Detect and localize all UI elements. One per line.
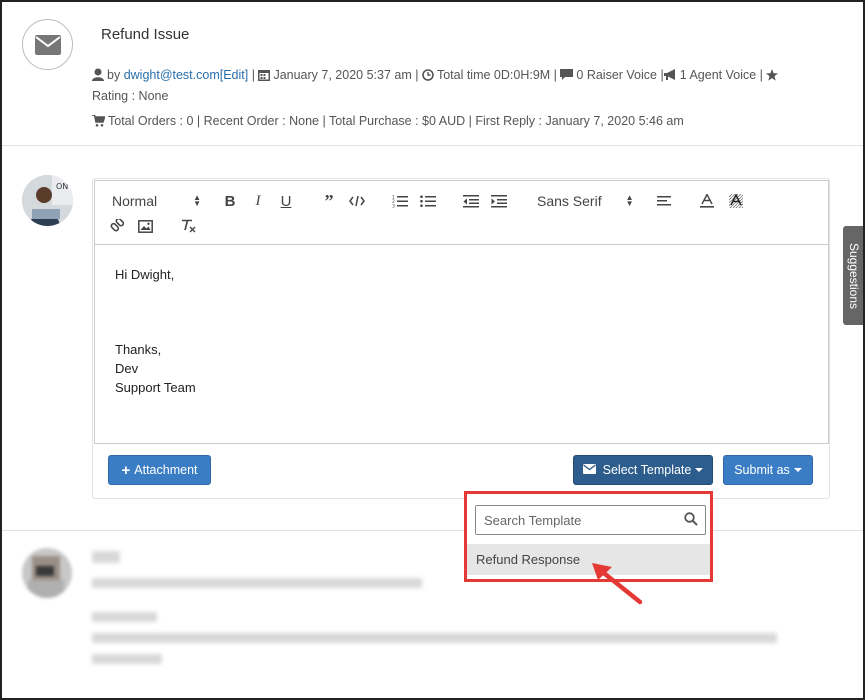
plus-icon: + bbox=[121, 461, 131, 479]
submit-as-label: Submit as bbox=[734, 463, 790, 477]
suggestions-label: Suggestions bbox=[847, 242, 861, 309]
envelope-icon bbox=[582, 463, 596, 477]
font-select[interactable]: Sans Serif ▲ ▼ bbox=[537, 191, 634, 211]
attachment-button[interactable]: + Attachment bbox=[108, 455, 211, 485]
editor-line: Dev bbox=[115, 361, 139, 376]
annotation-arrow-icon bbox=[588, 558, 648, 613]
editor-content[interactable]: Hi Dwight, Thanks, Dev Support Team bbox=[115, 265, 196, 397]
calendar-icon bbox=[258, 68, 271, 87]
agent-voice: 1 Agent Voice bbox=[679, 68, 757, 82]
agent-avatar: ON bbox=[22, 175, 73, 226]
reply-panel: Normal ▲ ▼ B I U ” 123 Sans Serif ▲ ▼ Hi… bbox=[92, 178, 830, 499]
ticket-date: January 7, 2020 5:37 am bbox=[273, 68, 412, 82]
rich-text-editor: Normal ▲ ▼ B I U ” 123 Sans Serif ▲ ▼ Hi… bbox=[94, 180, 829, 444]
author-email-link[interactable]: dwight@test.com bbox=[124, 68, 220, 82]
total-time: Total time 0D:0H:9M bbox=[436, 68, 551, 82]
star-icon bbox=[766, 68, 779, 87]
blurred-text bbox=[92, 654, 162, 664]
bold-button[interactable]: B bbox=[222, 191, 238, 211]
clear-format-icon[interactable] bbox=[179, 216, 197, 236]
blurred-text bbox=[92, 578, 422, 588]
ordered-list-icon[interactable]: 123 bbox=[391, 191, 409, 211]
stats-text: Total Orders : 0 | Recent Order : None |… bbox=[108, 114, 684, 128]
blockquote-icon[interactable]: ” bbox=[320, 191, 338, 211]
template-search-input[interactable] bbox=[476, 506, 676, 534]
updown-caret-icon: ▲ ▼ bbox=[193, 193, 202, 208]
template-search bbox=[475, 505, 706, 535]
font-select-value: Sans Serif bbox=[537, 193, 602, 209]
submit-as-button[interactable]: Submit as bbox=[723, 455, 813, 485]
by-prefix: by bbox=[107, 68, 121, 82]
updown-caret-icon: ▲ ▼ bbox=[625, 193, 634, 208]
ticket-header: Refund Issue by dwight@test.com[Edit] | … bbox=[2, 2, 863, 146]
bullhorn-icon bbox=[663, 68, 677, 87]
editor-line: Support Team bbox=[115, 380, 196, 395]
rating: Rating : None bbox=[92, 89, 169, 103]
clock-icon bbox=[422, 68, 434, 87]
app-frame: Refund Issue by dwight@test.com[Edit] | … bbox=[0, 0, 865, 700]
indent-icon[interactable] bbox=[490, 191, 508, 211]
svg-text:ON: ON bbox=[56, 182, 68, 191]
blurred-text bbox=[92, 633, 777, 643]
format-select-value: Normal bbox=[112, 193, 158, 209]
blurred-avatar bbox=[22, 548, 72, 598]
caret-down-icon bbox=[695, 468, 704, 472]
search-icon[interactable] bbox=[684, 512, 698, 531]
edit-link[interactable]: [Edit] bbox=[220, 68, 249, 82]
blurred-text bbox=[92, 551, 120, 563]
select-template-label: Select Template bbox=[602, 463, 692, 477]
ticket-stats: Total Orders : 0 | Recent Order : None |… bbox=[92, 114, 684, 130]
bullet-list-icon[interactable] bbox=[419, 191, 437, 211]
svg-text:3: 3 bbox=[392, 204, 395, 209]
blurred-text bbox=[92, 612, 157, 622]
raiser-voice: 0 Raiser Voice bbox=[576, 68, 657, 82]
ticket-meta: by dwight@test.com[Edit] | January 7, 20… bbox=[92, 66, 822, 106]
comment-icon bbox=[560, 68, 574, 87]
editor-line: Thanks, bbox=[115, 342, 162, 357]
text-color-icon[interactable] bbox=[698, 191, 716, 211]
format-select[interactable]: Normal ▲ ▼ bbox=[112, 191, 201, 211]
ticket-title: Refund Issue bbox=[101, 26, 190, 43]
italic-button[interactable]: I bbox=[250, 191, 266, 211]
caret-down-icon bbox=[793, 468, 802, 472]
image-icon[interactable] bbox=[136, 216, 154, 236]
editor-toolbar: Normal ▲ ▼ B I U ” 123 Sans Serif ▲ ▼ bbox=[95, 181, 828, 245]
suggestions-tab[interactable]: Suggestions bbox=[843, 226, 863, 325]
attachment-label: Attachment bbox=[134, 463, 198, 477]
envelope-icon bbox=[22, 19, 73, 70]
select-template-button[interactable]: Select Template bbox=[573, 455, 713, 485]
link-icon[interactable] bbox=[108, 216, 126, 236]
user-icon bbox=[92, 68, 104, 87]
background-color-icon[interactable] bbox=[727, 191, 745, 211]
section-divider bbox=[2, 530, 863, 531]
code-icon[interactable] bbox=[348, 191, 366, 211]
underline-button[interactable]: U bbox=[278, 191, 294, 211]
cart-icon bbox=[92, 114, 106, 130]
editor-line: Hi Dwight, bbox=[115, 267, 175, 282]
align-icon[interactable] bbox=[655, 191, 673, 211]
outdent-icon[interactable] bbox=[462, 191, 480, 211]
